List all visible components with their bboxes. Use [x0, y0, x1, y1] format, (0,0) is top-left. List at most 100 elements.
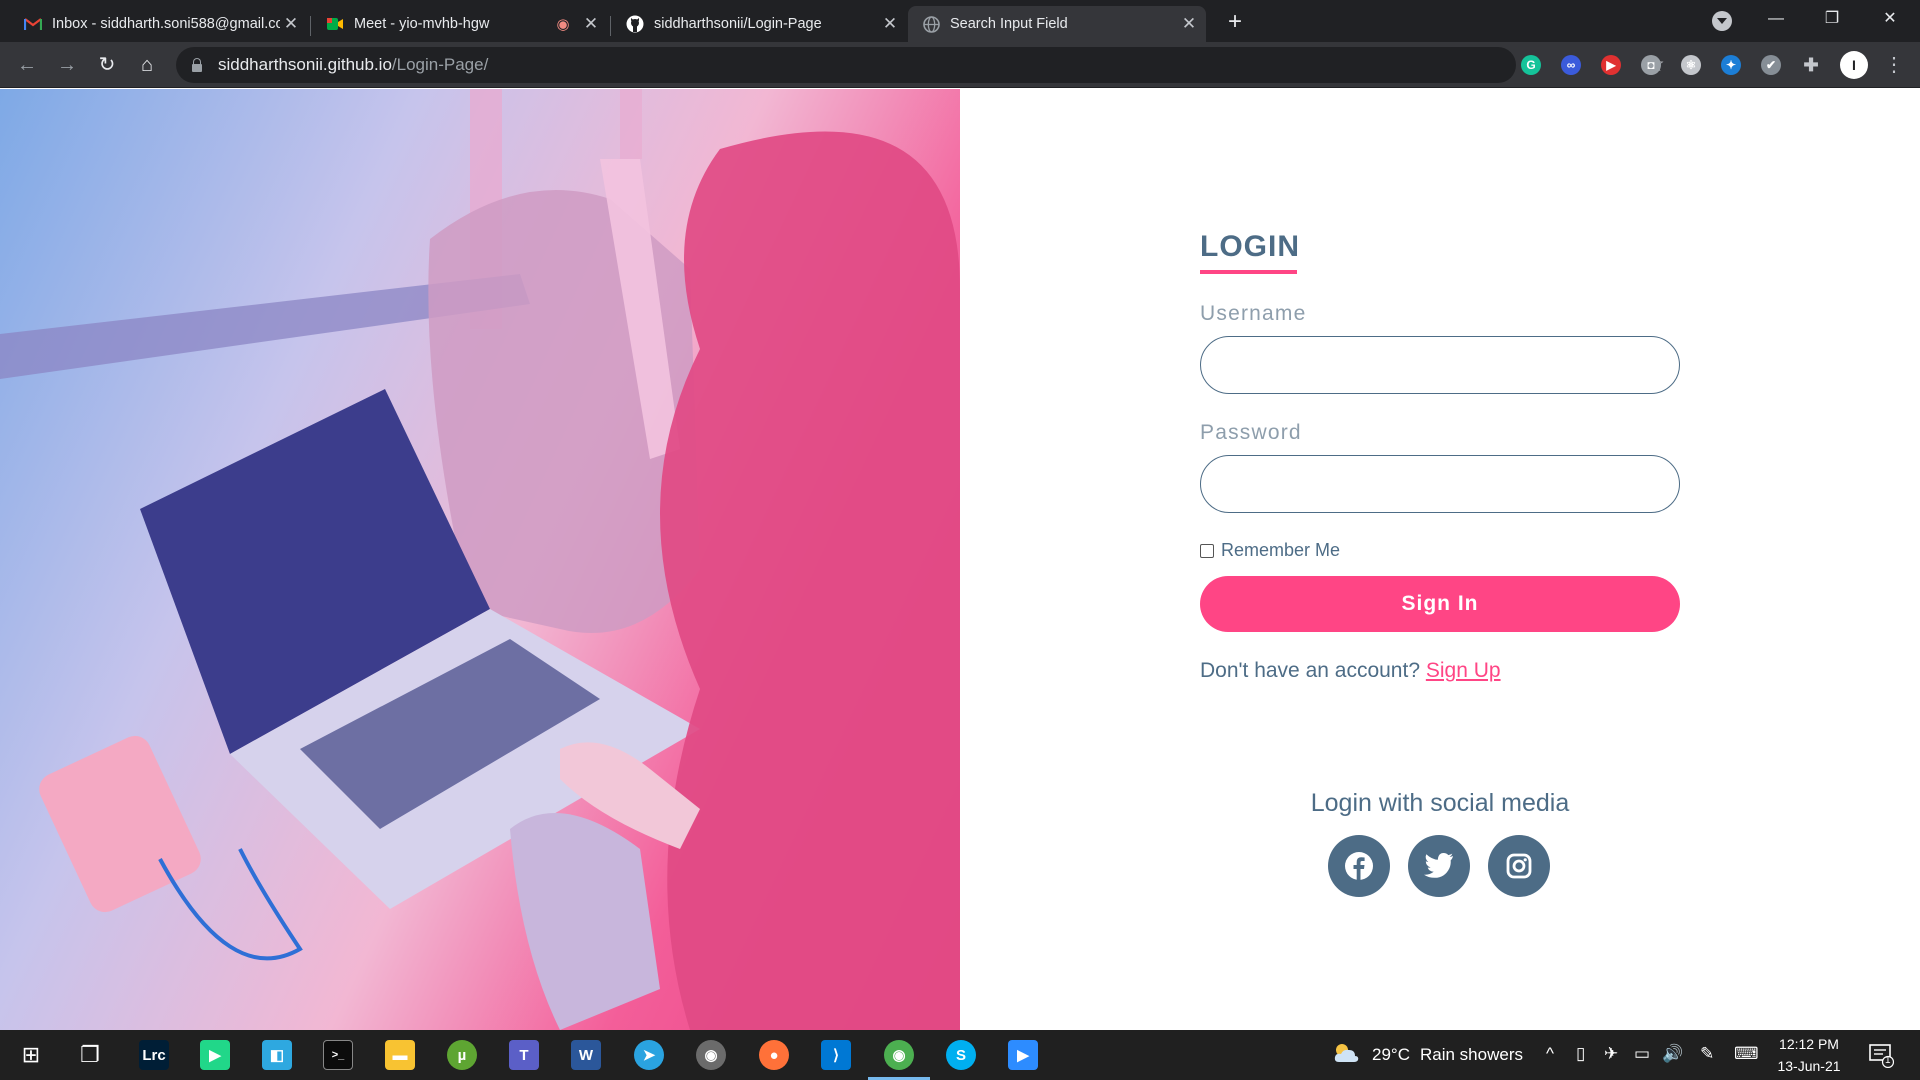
notification-center-icon[interactable]: 1 — [1868, 1042, 1895, 1069]
title-underline — [1200, 270, 1297, 274]
camera-extension-icon[interactable]: ◘ — [1641, 55, 1661, 75]
globe-icon — [922, 15, 940, 33]
zoom-icon[interactable]: ▶ — [1008, 1040, 1038, 1070]
notification-count: 1 — [1885, 1055, 1891, 1066]
chrome-icon[interactable]: ◉ — [884, 1040, 914, 1070]
airplane-mode-icon[interactable]: ✈ — [1604, 1044, 1618, 1064]
web-page: LOGIN Username Password Remember Me Sign… — [0, 89, 1920, 1030]
new-tab-button[interactable]: + — [1221, 8, 1249, 36]
address-bar[interactable]: siddharthsonii.github.io/Login-Page/ ☆ — [176, 47, 1665, 83]
word-icon[interactable]: W — [571, 1040, 601, 1070]
no-account-text: Don't have an account? — [1200, 659, 1420, 682]
google-meet-icon — [326, 15, 344, 33]
close-tab-icon[interactable]: ✕ — [580, 14, 602, 34]
vscode-icon[interactable]: ⟩ — [821, 1040, 851, 1070]
recording-icon: ◉ — [556, 16, 570, 33]
tab-divider — [310, 16, 311, 36]
windows-taskbar: ⊞ ❐ Lrc ▶ ◧ >_ ▬ µ T W ➤ ◉ ● ⟩ ◉ S ▶ 29°C Rain showers ^… — [0, 1030, 1920, 1080]
remember-me[interactable]: Remember Me — [1200, 540, 1340, 561]
home-button[interactable]: ⌂ — [132, 50, 162, 80]
close-tab-icon[interactable]: ✕ — [879, 14, 901, 34]
tab-title: siddharthsonii/Login-Page — [654, 16, 822, 32]
dropbox-extension-icon[interactable]: ✦ — [1721, 55, 1741, 75]
telegram-icon[interactable]: ➤ — [634, 1040, 664, 1070]
url-host: siddharthsonii.github.io — [218, 55, 392, 74]
show-hidden-icons-icon[interactable]: ^ — [1546, 1044, 1554, 1064]
clock-time: 12:12 PM — [1779, 1036, 1839, 1052]
tab-github[interactable]: siddharthsonii/Login-Page ✕ — [612, 6, 907, 42]
no-account-line: Don't have an account? Sign Up — [1200, 659, 1501, 683]
infinity-extension-icon[interactable]: ∞ — [1561, 55, 1581, 75]
close-tab-icon[interactable]: ✕ — [280, 14, 302, 34]
tab-meet[interactable]: Meet - yio-mvhb-hgw ◉ ✕ — [312, 6, 608, 42]
back-button[interactable]: ← — [12, 50, 42, 80]
hero-image — [0, 89, 960, 1030]
check-extension-icon[interactable]: ✔ — [1761, 55, 1781, 75]
twitter-icon — [1424, 853, 1453, 878]
react-devtools-icon[interactable]: ⚛ — [1681, 55, 1701, 75]
password-label: Password — [1200, 421, 1302, 444]
github-icon — [626, 15, 644, 33]
camera-app-icon[interactable]: ◉ — [696, 1040, 726, 1070]
login-title: LOGIN — [1200, 230, 1300, 263]
weather-icon[interactable] — [1332, 1042, 1360, 1069]
tab-divider — [610, 16, 611, 36]
teams-icon[interactable]: T — [509, 1040, 539, 1070]
tab-title: Inbox - siddharth.soni588@gmail.com — [52, 16, 280, 32]
keyboard-icon[interactable]: ⌨ — [1734, 1044, 1759, 1064]
remember-me-checkbox[interactable] — [1200, 543, 1214, 558]
close-tab-icon[interactable]: ✕ — [1178, 14, 1200, 34]
reload-button[interactable]: ↻ — [92, 50, 122, 80]
tab-title: Search Input Field — [950, 16, 1068, 32]
task-view-icon[interactable]: ❐ — [75, 1040, 105, 1070]
facebook-button[interactable] — [1328, 835, 1390, 897]
weather-description[interactable]: Rain showers — [1420, 1045, 1523, 1065]
browser-toolbar: ← → ↻ ⌂ siddharthsonii.github.io/Login-P… — [0, 42, 1920, 88]
url-path: /Login-Page/ — [391, 55, 489, 74]
sign-in-button[interactable]: Sign In — [1200, 576, 1680, 632]
twitter-button[interactable] — [1408, 835, 1470, 897]
utorrent-icon[interactable]: µ — [447, 1040, 477, 1070]
browser-tab-strip: Inbox - siddharth.soni588@gmail.com ✕ Me… — [0, 0, 1920, 42]
clock-date: 13-Jun-21 — [1777, 1058, 1841, 1074]
gmail-icon — [24, 15, 42, 33]
browser-menu-icon[interactable]: ⋮ — [1884, 50, 1904, 80]
social-login-title: Login with social media — [1310, 789, 1570, 817]
usb-icon[interactable]: ▯ — [1576, 1044, 1585, 1064]
hero-illustration — [0, 89, 960, 1030]
tab-gmail[interactable]: Inbox - siddharth.soni588@gmail.com ✕ — [10, 6, 308, 42]
tab-search-icon[interactable] — [1712, 11, 1732, 31]
pen-icon[interactable]: ✎ — [1700, 1044, 1714, 1064]
file-explorer-icon[interactable]: ▬ — [385, 1040, 415, 1070]
windows-start-icon[interactable]: ⊞ — [16, 1040, 46, 1070]
skype-icon[interactable]: S — [946, 1040, 976, 1070]
lock-icon[interactable] — [192, 57, 202, 72]
restore-button[interactable]: ❐ — [1804, 0, 1860, 38]
extensions-puzzle-icon[interactable]: ✚ — [1801, 55, 1821, 75]
minimize-button[interactable]: — — [1748, 0, 1804, 38]
lightroom-icon[interactable]: Lrc — [139, 1040, 169, 1070]
tab-search-input-field[interactable]: Search Input Field ✕ — [908, 6, 1206, 42]
profile-avatar[interactable]: I — [1840, 51, 1868, 79]
instagram-icon — [1506, 853, 1532, 879]
grammarly-extension-icon[interactable]: G — [1521, 55, 1541, 75]
battery-icon[interactable]: ▭ — [1634, 1044, 1650, 1064]
instagram-button[interactable] — [1488, 835, 1550, 897]
pycharm-icon[interactable]: ▶ — [200, 1040, 230, 1070]
facebook-icon — [1345, 852, 1373, 880]
close-window-button[interactable]: ✕ — [1862, 0, 1918, 38]
tab-title: Meet - yio-mvhb-hgw — [354, 16, 490, 32]
terminal-icon[interactable]: >_ — [323, 1040, 353, 1070]
username-input[interactable] — [1200, 336, 1680, 394]
illustrator-app-icon[interactable]: ◧ — [262, 1040, 292, 1070]
password-input[interactable] — [1200, 455, 1680, 513]
volume-icon[interactable]: 🔊 — [1662, 1044, 1683, 1064]
video-extension-icon[interactable]: ▶ — [1601, 55, 1621, 75]
remember-me-label: Remember Me — [1221, 540, 1341, 560]
forward-button[interactable]: → — [52, 50, 82, 80]
username-label: Username — [1200, 302, 1307, 325]
weather-temperature[interactable]: 29°C — [1372, 1045, 1410, 1065]
sign-up-link[interactable]: Sign Up — [1426, 659, 1501, 682]
system-clock[interactable]: 12:12 PM 13-Jun-21 — [1776, 1033, 1842, 1077]
firefox-icon[interactable]: ● — [759, 1040, 789, 1070]
